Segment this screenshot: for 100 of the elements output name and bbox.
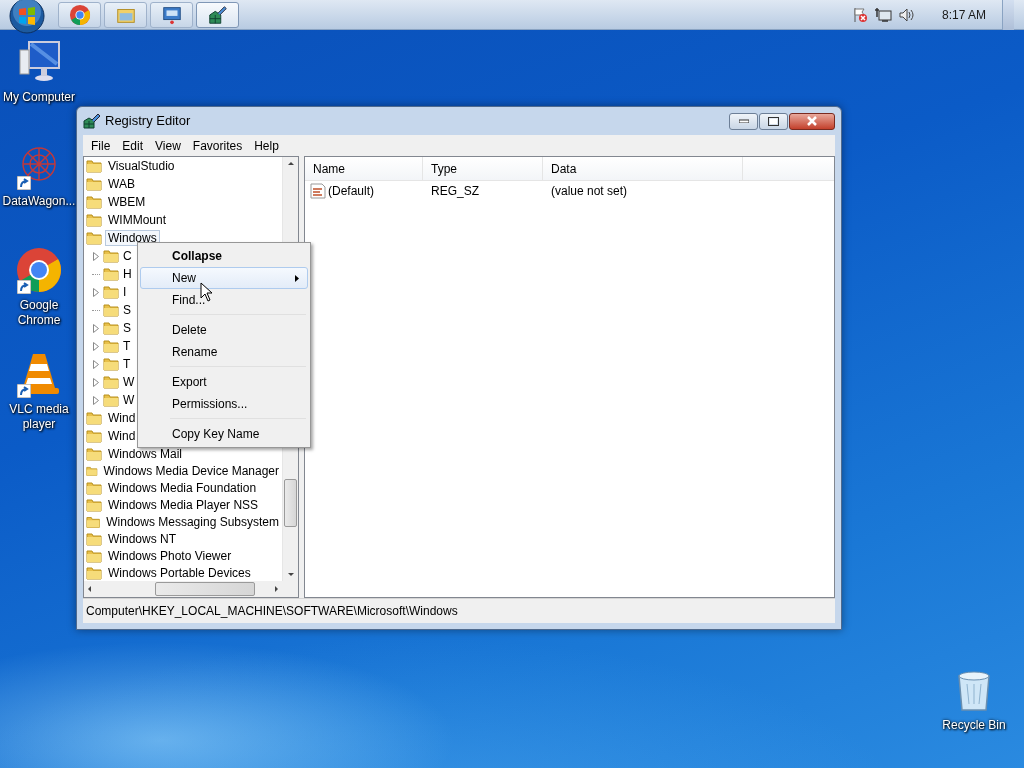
tree-item[interactable]: Windows Messaging Subsystem <box>103 513 282 530</box>
string-value-icon <box>310 183 326 199</box>
close-icon <box>806 116 818 126</box>
registry-icon <box>206 4 229 26</box>
maximize-icon <box>768 116 779 126</box>
menu-item[interactable]: View <box>149 136 187 155</box>
menu-item[interactable]: File <box>85 136 117 155</box>
column-header[interactable]: Data <box>543 156 743 181</box>
expand-arrow-icon[interactable] <box>93 359 99 369</box>
tree-item[interactable]: Wind <box>105 410 139 426</box>
taskbar-button[interactable] <box>196 2 239 28</box>
minimize-icon <box>738 119 749 123</box>
tree-item[interactable]: Windows Mail <box>105 445 185 462</box>
menu-item[interactable]: Permissions... <box>140 393 308 415</box>
value-data: (value not set) <box>550 183 628 200</box>
expand-arrow-icon[interactable] <box>93 395 99 405</box>
folder-icon <box>103 356 119 372</box>
icon-label[interactable]: Google Chrome <box>0 298 78 328</box>
menu-item[interactable]: Favorites <box>186 136 249 155</box>
taskbar-button[interactable] <box>58 2 101 28</box>
tree-item[interactable]: T <box>121 338 133 354</box>
folder-icon <box>86 194 102 210</box>
tree-item[interactable]: H <box>121 266 134 282</box>
minimize-button[interactable] <box>729 112 758 130</box>
tree-item[interactable]: WBEM <box>105 194 149 210</box>
folder-icon <box>86 530 102 547</box>
chrome-icon <box>68 4 91 26</box>
folder-icon <box>86 564 102 581</box>
tree-item[interactable]: T <box>121 356 133 372</box>
horizontal-scrollbar[interactable] <box>84 581 282 597</box>
expand-arrow-icon[interactable] <box>93 323 99 333</box>
maximize-button[interactable] <box>759 112 788 130</box>
tree-item[interactable]: W <box>121 374 137 390</box>
folder-icon <box>86 212 102 228</box>
menu-item[interactable]: Rename <box>140 341 308 363</box>
folder-icon <box>86 479 102 496</box>
folder-icon <box>103 284 119 300</box>
tree-item[interactable]: Windows Media Player NSS <box>105 496 262 513</box>
tree-item[interactable]: Windows Photo Viewer <box>105 547 235 564</box>
tree-item[interactable]: VisualStudio <box>105 158 178 174</box>
start-button[interactable] <box>8 0 46 35</box>
folder-icon <box>86 496 102 513</box>
icon-label[interactable]: VLC media player <box>0 402 78 432</box>
clock[interactable]: 8:17 AM <box>941 6 986 24</box>
expand-arrow-icon[interactable] <box>93 287 99 297</box>
column-header[interactable]: Type <box>423 156 543 181</box>
tree-item[interactable]: Windows NT <box>105 530 179 547</box>
icon-label[interactable]: My Computer <box>3 90 75 105</box>
menu-item[interactable]: Delete <box>140 319 308 341</box>
close-button[interactable] <box>789 112 835 130</box>
folder-icon <box>86 445 102 462</box>
scroll-thumb[interactable] <box>155 582 255 596</box>
speaker-icon[interactable] <box>897 7 916 23</box>
folder-icon <box>86 176 102 192</box>
expand-arrow-icon[interactable] <box>93 341 99 351</box>
network-icon[interactable] <box>873 7 892 23</box>
tree-item[interactable]: W <box>121 392 137 408</box>
menu-item[interactable]: Help <box>248 136 285 155</box>
tree-item[interactable]: S <box>121 302 133 318</box>
tree-item[interactable]: Windows Media Device Manager <box>100 462 282 479</box>
menu-item[interactable]: Copy Key Name <box>140 423 308 445</box>
tree-item[interactable]: WAB <box>105 176 138 192</box>
folder-icon <box>86 547 102 564</box>
tree-item[interactable]: Windows <box>105 230 160 246</box>
expand-arrow-icon[interactable] <box>93 377 99 387</box>
taskbar-button[interactable] <box>150 2 193 28</box>
menu-item[interactable]: Find... <box>140 289 308 311</box>
registry-icon <box>83 113 101 129</box>
tree-item[interactable]: S <box>121 320 133 336</box>
folder-icon <box>103 374 119 390</box>
folder-icon <box>103 392 119 408</box>
tree-item[interactable]: Windows Media Foundation <box>105 479 260 496</box>
status-bar: Computer\HKEY_LOCAL_MACHINE\SOFTWARE\Microsoft\Windows <box>83 598 835 623</box>
submenu-arrow-icon <box>295 274 299 282</box>
expand-arrow-icon[interactable] <box>93 251 99 261</box>
show-desktop-button[interactable] <box>1002 0 1014 30</box>
menu-item[interactable]: Export <box>140 371 308 393</box>
tree-item[interactable]: Windows Portable Devices <box>105 564 254 581</box>
flag-icon[interactable] <box>851 7 868 23</box>
scroll-thumb[interactable] <box>284 479 297 527</box>
menu-item[interactable]: New <box>140 267 308 289</box>
folder-icon <box>86 158 102 174</box>
menu-item[interactable]: Collapse <box>140 245 308 267</box>
icon-label[interactable]: DataWagon... <box>2 194 76 209</box>
menu-item[interactable]: Edit <box>116 136 150 155</box>
column-header[interactable]: Name <box>305 156 423 181</box>
window-title: Registry Editor <box>105 112 191 131</box>
value-type: REG_SZ <box>430 183 480 200</box>
value-name[interactable]: (Default) <box>328 182 374 200</box>
icon-label[interactable]: Recycle Bin <box>942 718 1006 733</box>
tree-item[interactable]: WIMMount <box>105 212 169 228</box>
folder-icon <box>103 266 119 282</box>
folder-icon <box>103 302 119 318</box>
folder-icon <box>103 320 119 336</box>
tree-item[interactable]: I <box>121 284 129 300</box>
chrome-icon <box>15 246 63 294</box>
folder-icon <box>86 230 102 246</box>
folder-icon <box>103 248 119 264</box>
tree-item[interactable]: Wind <box>105 428 139 444</box>
tree-item[interactable]: C <box>121 248 134 264</box>
